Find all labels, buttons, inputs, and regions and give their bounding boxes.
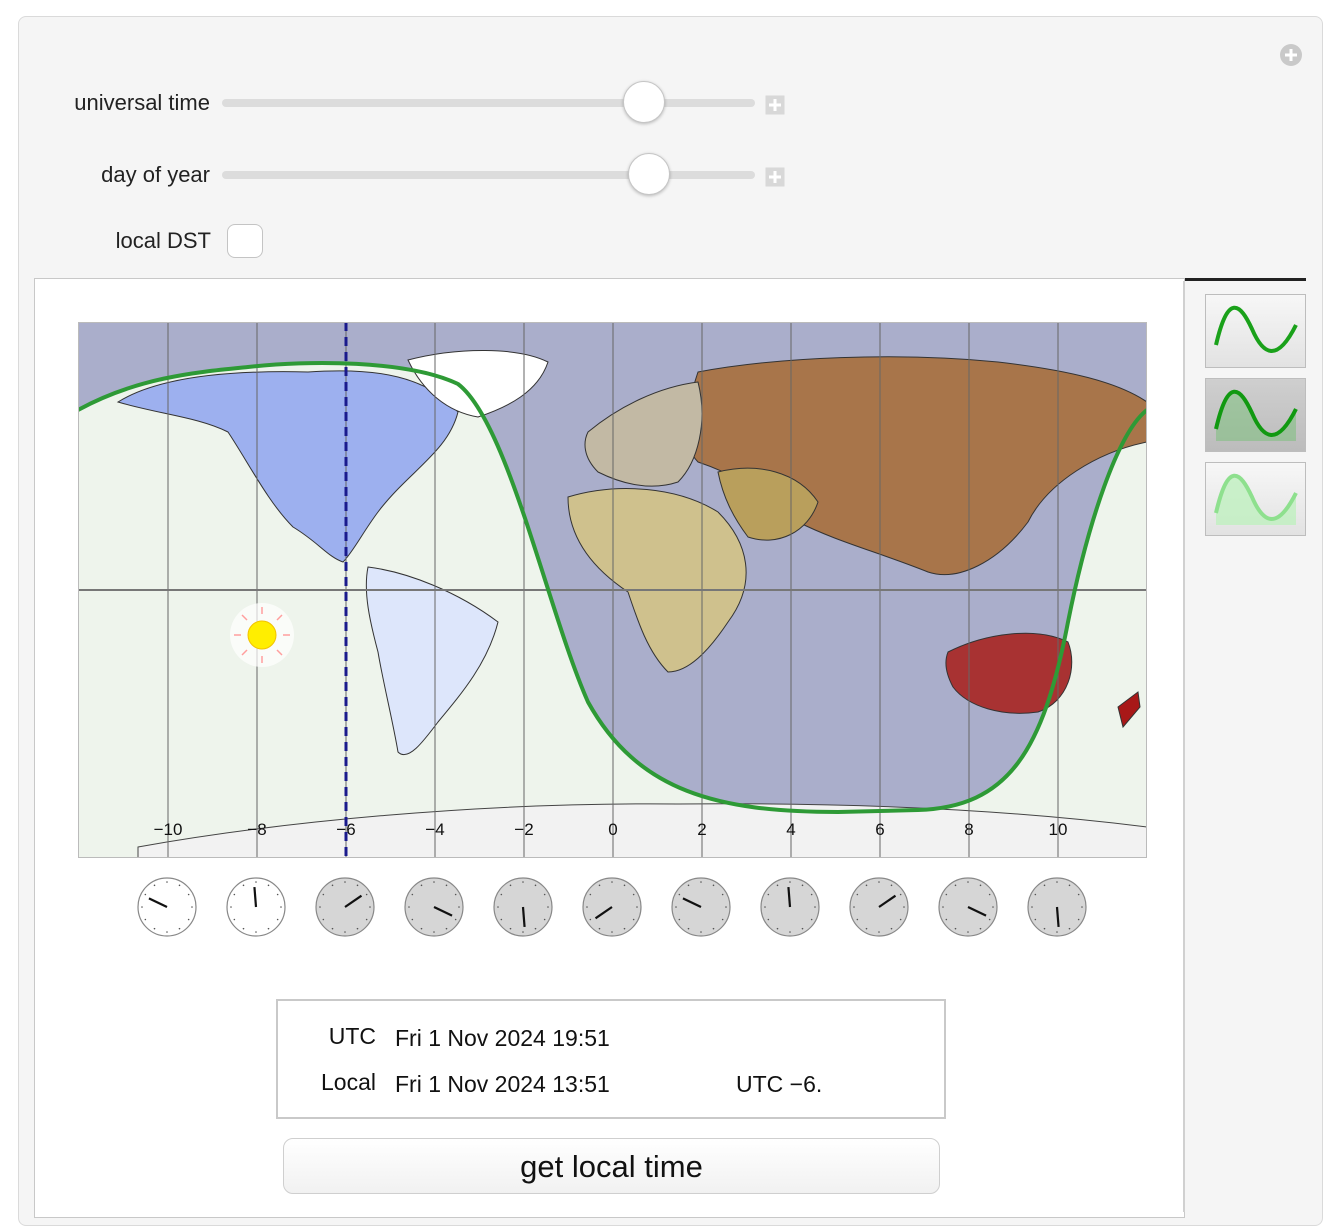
slider-track <box>222 171 755 179</box>
tick-label: 6 <box>875 820 884 839</box>
tick-label: 0 <box>608 820 617 839</box>
expand-plus-icon[interactable] <box>765 95 785 115</box>
style-filled-button[interactable] <box>1205 378 1306 452</box>
utc-label: UTC <box>328 1023 376 1049</box>
day-of-year-label: day of year <box>101 162 210 187</box>
utc-value: Fri 1 Nov 2024 19:51 <box>395 1025 610 1051</box>
light-sine-wave-icon <box>1214 473 1298 525</box>
tick-label: −6 <box>336 820 355 839</box>
utc-offset-text: UTC −6. <box>736 1071 823 1097</box>
slider-track <box>222 99 755 107</box>
options-plus-icon[interactable] <box>1278 42 1304 68</box>
tick-label: 2 <box>697 820 706 839</box>
tick-label: −2 <box>514 820 533 839</box>
local-dst-checkbox[interactable] <box>227 224 263 258</box>
universal-time-slider[interactable] <box>222 81 755 123</box>
tick-label: −10 <box>154 820 183 839</box>
tick-label: −8 <box>247 820 266 839</box>
style-light-button[interactable] <box>1205 462 1306 536</box>
style-line-button[interactable] <box>1205 294 1306 368</box>
tick-label: 10 <box>1049 820 1068 839</box>
sidebar-separator <box>1183 281 1185 1212</box>
tick-label: 4 <box>786 820 795 839</box>
day-of-year-slider[interactable] <box>222 153 755 195</box>
local-dst-label: local DST <box>115 228 211 253</box>
local-label: Local <box>321 1069 376 1095</box>
local-value: Fri 1 Nov 2024 13:51 <box>395 1071 610 1097</box>
world-map: −10 −8 −6 −4 −2 0 2 4 6 8 10 <box>78 322 1147 858</box>
time-info-box: UTC Fri 1 Nov 2024 19:51 Local Fri 1 Nov… <box>276 999 946 1119</box>
sine-wave-icon <box>1214 305 1298 353</box>
tick-label: 8 <box>964 820 973 839</box>
sun-icon <box>230 603 294 667</box>
get-local-time-button[interactable]: get local time <box>283 1138 940 1194</box>
slider-thumb[interactable] <box>623 81 666 123</box>
expand-plus-icon[interactable] <box>765 167 785 187</box>
filled-sine-wave-icon <box>1214 389 1298 441</box>
universal-time-label: universal time <box>74 90 210 115</box>
sidebar-top-rule <box>1185 278 1306 281</box>
slider-thumb[interactable] <box>628 153 671 195</box>
tick-label: −4 <box>425 820 444 839</box>
